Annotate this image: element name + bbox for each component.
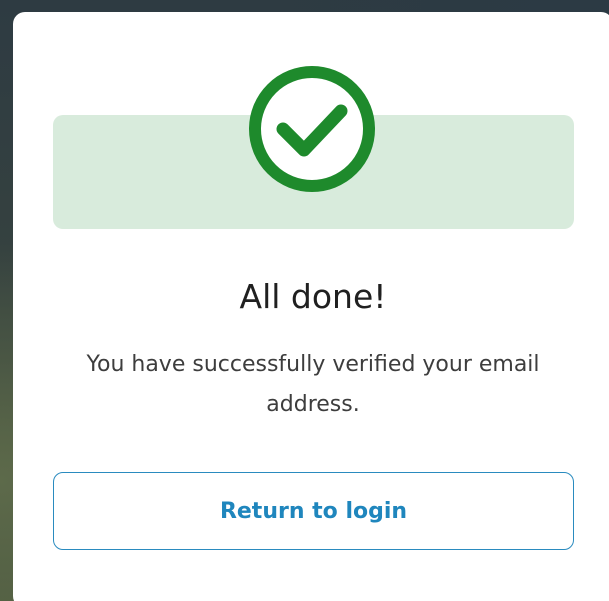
- dialog-title: All done!: [239, 277, 387, 316]
- check-circle-icon: [249, 66, 375, 192]
- return-to-login-button[interactable]: Return to login: [53, 472, 574, 550]
- dialog-message: You have successfully verified your emai…: [86, 352, 540, 417]
- verification-dialog: All done! You have successfully verified…: [13, 12, 609, 601]
